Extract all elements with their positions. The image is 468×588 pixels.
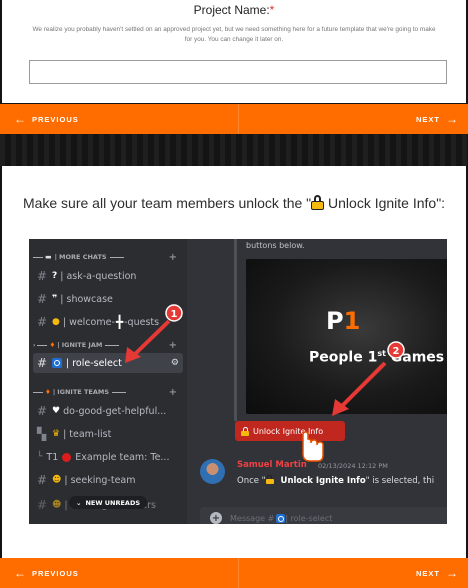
previous-button[interactable]: ← PREVIOUS xyxy=(14,558,79,588)
dark-separator xyxy=(0,134,468,166)
discord-screenshot: ▬ | MORE CHATS + # ? | ask-a-question # ❞ … xyxy=(29,239,447,524)
hand-cursor-icon xyxy=(302,431,324,462)
next-label: NEXT xyxy=(415,114,440,124)
previous-button[interactable]: ← PREVIOUS xyxy=(14,104,79,134)
required-mark: * xyxy=(269,3,275,17)
pager-divider xyxy=(238,104,239,134)
project-name-label: Project Name:* xyxy=(193,3,275,17)
instruction-text: Make sure all your team members unlock t… xyxy=(22,195,446,211)
arrow-right-icon: → xyxy=(446,112,458,126)
project-name-card: Project Name:* We realize you probably h… xyxy=(2,0,466,103)
project-name-input[interactable] xyxy=(29,60,447,84)
annotation-badge-2-label: 2 xyxy=(393,346,400,357)
pager-bar-bottom: ← PREVIOUS NEXT → xyxy=(0,558,468,588)
next-button[interactable]: NEXT → xyxy=(416,104,458,134)
arrow-right-icon: → xyxy=(446,566,458,580)
project-name-help: We realize you probably haven't settled … xyxy=(32,26,436,43)
annotation-arrow-2 xyxy=(339,361,387,409)
annotation-overlay: 1 2 xyxy=(125,304,405,462)
pager-bar-top: ← PREVIOUS NEXT → xyxy=(0,104,468,134)
pager-divider xyxy=(238,558,239,588)
next-button[interactable]: NEXT → xyxy=(416,558,458,588)
next-label: NEXT xyxy=(415,568,440,578)
arrow-left-icon: ← xyxy=(14,566,26,580)
arrow-left-icon: ← xyxy=(14,112,26,126)
previous-label: PREVIOUS xyxy=(32,568,79,578)
annotation-badge-1-label: 1 xyxy=(171,309,178,320)
annotation-arrow-1 xyxy=(131,319,171,358)
lock-icon xyxy=(311,195,325,210)
previous-label: PREVIOUS xyxy=(32,114,79,124)
